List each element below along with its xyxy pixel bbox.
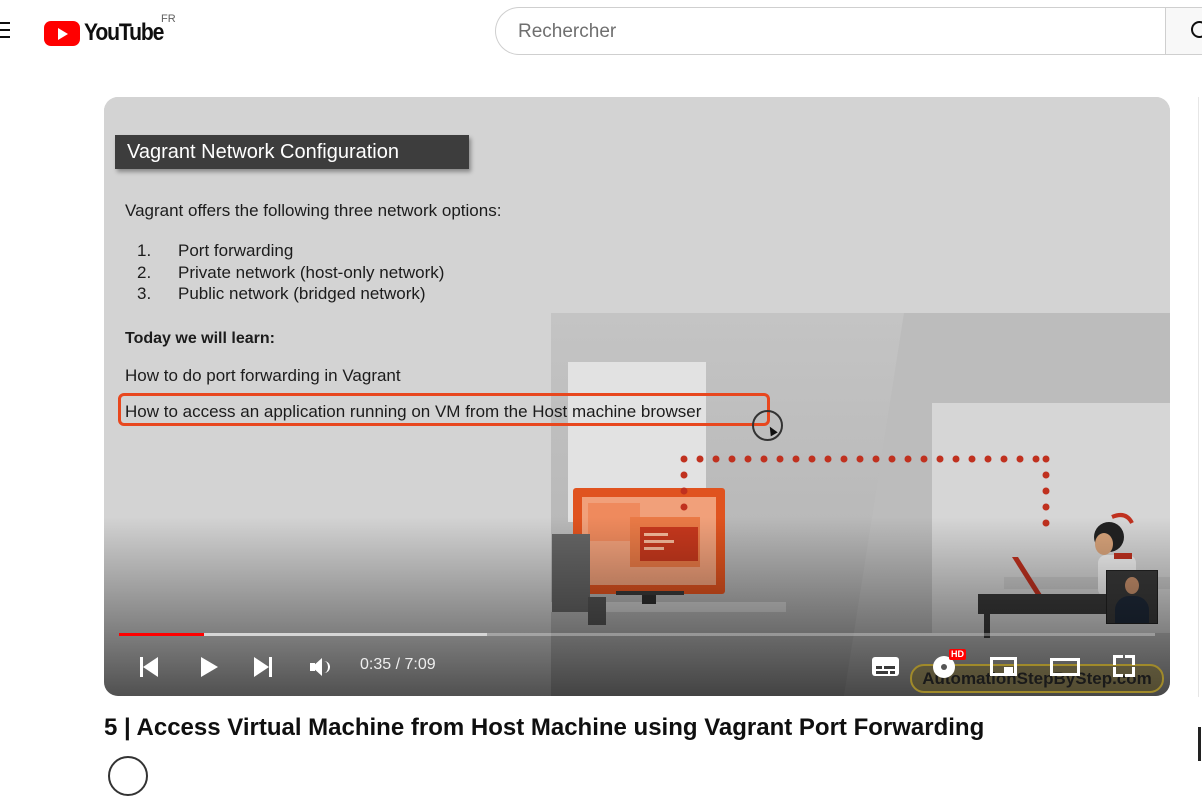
option-number: 2. [137,263,152,282]
search-icon [1191,21,1202,38]
mute-button[interactable] [304,647,338,687]
time-total: 7:09 [404,656,436,673]
subtitles-button[interactable] [869,647,903,687]
learn-heading: Today we will learn: [125,330,275,347]
previous-button[interactable] [134,647,168,687]
fullscreen-icon [1113,655,1135,677]
progress-bar[interactable] [119,633,1155,636]
hd-badge: HD [949,649,966,660]
miniplayer-icon [990,657,1017,676]
play-button[interactable] [192,647,226,687]
channel-avatar[interactable] [108,756,148,796]
slide-title: Vagrant Network Configuration [127,141,399,163]
option-label: Private network (host-only network) [178,263,445,282]
play-icon [201,657,218,677]
search-button[interactable] [1165,7,1202,55]
video-title: 5 | Access Virtual Machine from Host Mac… [104,714,985,741]
time-current: 0:35 [360,656,392,673]
youtube-logo[interactable]: YouTube [44,18,174,48]
option-label: Public network (bridged network) [178,284,426,303]
theater-mode-icon [1050,658,1080,676]
fullscreen-button[interactable] [1107,647,1143,687]
next-button[interactable] [248,647,282,687]
youtube-play-icon [44,20,80,46]
slide-title-box: Vagrant Network Configuration [115,135,469,169]
option-label: Port forwarding [178,241,294,260]
menu-icon[interactable] [0,22,10,42]
subtitles-icon [872,657,899,676]
time-display: 0:35 / 7:09 [360,656,436,674]
search-input[interactable] [516,8,1150,56]
search-box[interactable] [495,7,1165,56]
option-number: 3. [137,284,152,303]
sidebar-edge [1198,97,1202,697]
learn-item: How to do port forwarding in Vagrant [125,366,401,385]
country-code: FR [161,13,176,25]
time-separator: / [391,656,405,673]
slide-intro: Vagrant offers the following three netwo… [125,201,502,220]
settings-button[interactable]: HD [928,647,966,687]
miniplayer-button[interactable] [986,647,1022,687]
cursor-ring [752,410,783,441]
highlight-box [118,393,770,426]
sidebar-scrollbar[interactable] [1198,727,1201,761]
video-player[interactable]: Vagrant Network Configuration Vagrant of… [104,97,1170,696]
option-number: 1. [137,241,152,260]
progress-played [119,633,204,636]
logo-text: YouTube [84,19,164,46]
theater-mode-button[interactable] [1046,647,1084,687]
